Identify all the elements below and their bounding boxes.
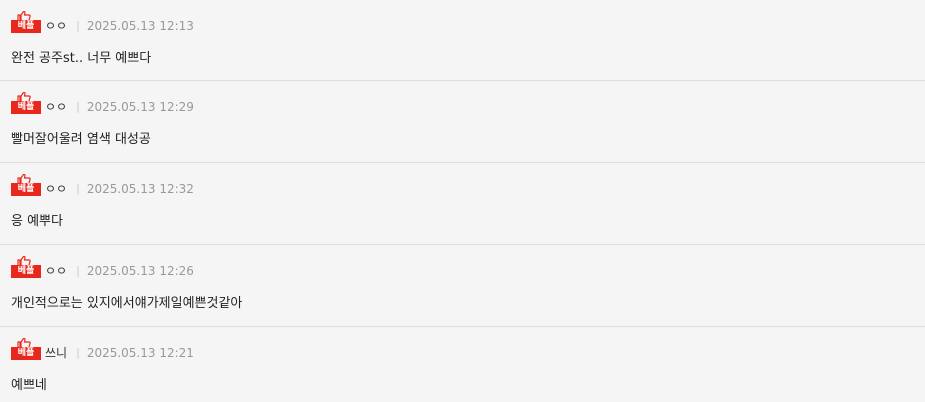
comment-item: 베플 쓰니 | 2025.05.13 12:21 예쁘네 xyxy=(0,327,925,402)
best-reply-label: 베플 xyxy=(11,265,41,278)
comment-text: 개인적으로는 있지에서얘가제일예쁜것같아 xyxy=(11,296,243,311)
best-reply-label: 베플 xyxy=(11,183,41,196)
comment-date: 2025.05.13 12:26 xyxy=(86,264,194,278)
comment-author[interactable]: ㅇㅇ xyxy=(45,100,67,114)
comment-date: 2025.05.13 12:13 xyxy=(86,19,194,33)
best-comment-list: 베플 ㅇㅇ | 2025.05.13 12:13 완전 공주st.. 너무 예쁘… xyxy=(0,0,925,402)
comment-author[interactable]: ㅇㅇ xyxy=(45,182,67,196)
meta-separator: | xyxy=(76,182,80,195)
comment-date: 2025.05.13 12:29 xyxy=(86,100,194,114)
comment-meta: 베플 ㅇㅇ | 2025.05.13 12:32 xyxy=(11,174,194,196)
meta-separator: | xyxy=(76,19,80,32)
best-reply-badge: 베플 xyxy=(11,11,41,33)
comment-author[interactable]: ㅇㅇ xyxy=(45,264,67,278)
best-reply-badge: 베플 xyxy=(11,174,41,196)
comment-text: 완전 공주st.. 너무 예쁘다 xyxy=(11,51,152,66)
best-reply-badge: 베플 xyxy=(11,92,41,114)
meta-separator: | xyxy=(76,346,80,359)
comment-item: 베플 ㅇㅇ | 2025.05.13 12:13 완전 공주st.. 너무 예쁘… xyxy=(0,0,925,80)
comment-text: 빨머잘어울려 염색 대성공 xyxy=(11,132,151,147)
best-reply-label: 베플 xyxy=(11,20,41,33)
comment-date: 2025.05.13 12:21 xyxy=(86,346,194,360)
comment-author[interactable]: ㅇㅇ xyxy=(45,19,67,33)
comment-date: 2025.05.13 12:32 xyxy=(86,182,194,196)
comment-text: 응 예뿌다 xyxy=(11,214,63,229)
comment-meta: 베플 ㅇㅇ | 2025.05.13 12:26 xyxy=(11,256,194,278)
comment-text: 예쁘네 xyxy=(11,378,47,393)
comment-item: 베플 ㅇㅇ | 2025.05.13 12:29 빨머잘어울려 염색 대성공 xyxy=(0,81,925,162)
comment-meta: 베플 ㅇㅇ | 2025.05.13 12:13 xyxy=(11,11,194,33)
best-reply-label: 베플 xyxy=(11,347,41,360)
best-reply-badge: 베플 xyxy=(11,256,41,278)
comment-author[interactable]: 쓰니 xyxy=(45,346,67,360)
comment-meta: 베플 ㅇㅇ | 2025.05.13 12:29 xyxy=(11,92,194,114)
best-reply-label: 베플 xyxy=(11,101,41,114)
comment-meta: 베플 쓰니 | 2025.05.13 12:21 xyxy=(11,338,194,360)
meta-separator: | xyxy=(76,264,80,277)
meta-separator: | xyxy=(76,100,80,113)
comment-item: 베플 ㅇㅇ | 2025.05.13 12:32 응 예뿌다 xyxy=(0,163,925,244)
best-reply-badge: 베플 xyxy=(11,338,41,360)
comment-item: 베플 ㅇㅇ | 2025.05.13 12:26 개인적으로는 있지에서얘가제일… xyxy=(0,245,925,326)
